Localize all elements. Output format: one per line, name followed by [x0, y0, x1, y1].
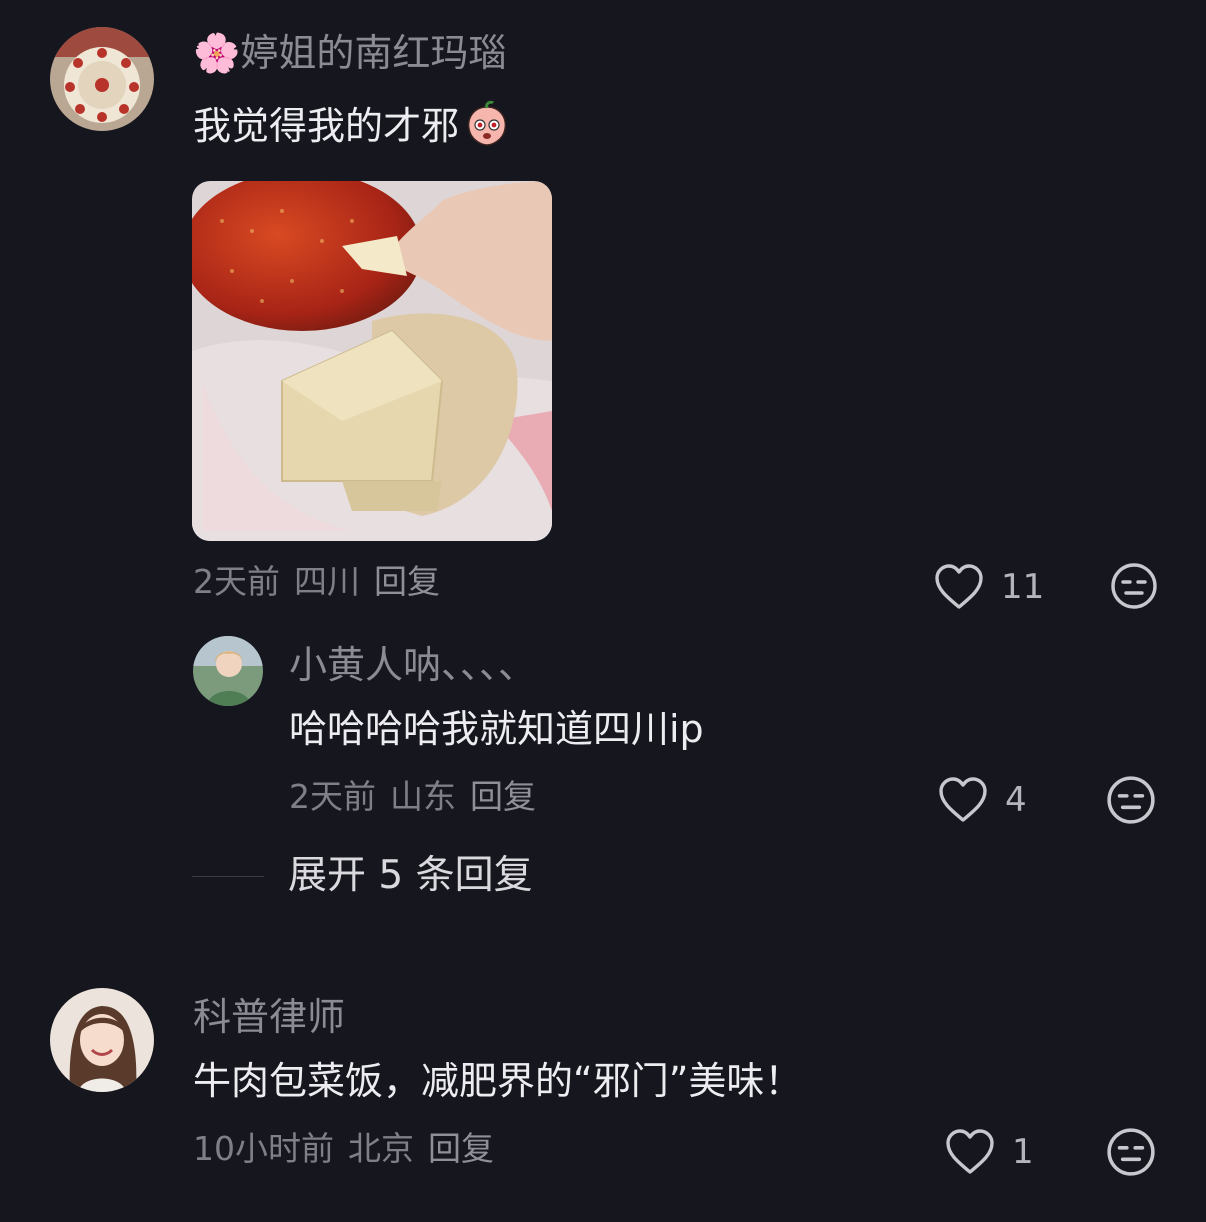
- comment-text: 我觉得我的才邪: [193, 99, 511, 147]
- girl-portrait-avatar-icon: [193, 636, 263, 706]
- comment-location: 四川: [294, 562, 360, 601]
- comment-meta: 10小时前 北京 回复: [193, 1132, 508, 1165]
- username[interactable]: 小黄人呐、、、、: [289, 646, 536, 684]
- tofu-chili-photo-icon: [192, 181, 552, 541]
- username-text: 婷姐的南红玛瑙: [240, 31, 507, 75]
- meh-face-icon: [1111, 563, 1157, 609]
- reply-button[interactable]: 回复: [470, 777, 536, 816]
- expand-divider: [192, 876, 264, 877]
- username[interactable]: 🌸婷姐的南红玛瑙: [193, 34, 506, 72]
- username-emoji: 🌸: [193, 31, 241, 75]
- like-button[interactable]: 1: [944, 1128, 1034, 1176]
- comment-meta: 2天前 四川 回复: [193, 565, 454, 598]
- expand-replies-button[interactable]: 展开 5 条回复: [288, 856, 533, 895]
- comment-text: 牛肉包菜饭，减肥界的“邪门”美味！: [193, 1059, 803, 1103]
- reply-button[interactable]: 回复: [374, 562, 440, 601]
- like-button[interactable]: 4: [937, 776, 1027, 824]
- comment-time: 2天前: [193, 562, 280, 601]
- meh-face-icon: [1107, 776, 1155, 824]
- comment-location: 北京: [348, 1129, 414, 1168]
- avatar[interactable]: [50, 27, 154, 131]
- like-count: 11: [1001, 567, 1045, 607]
- comment-location: 山东: [390, 777, 456, 816]
- comment-text-content: 我觉得我的才邪: [193, 104, 460, 148]
- like-count: 1: [1012, 1132, 1034, 1172]
- comment-text: 哈哈哈哈我就知道四川ip: [289, 707, 704, 751]
- avatar[interactable]: [193, 636, 263, 706]
- comment-meta: 2天前 山东 回复: [289, 780, 550, 813]
- heart-icon: [946, 1129, 994, 1174]
- smiling-woman-avatar-icon: [50, 988, 154, 1092]
- username[interactable]: 科普律师: [193, 998, 345, 1036]
- dislike-button[interactable]: [1106, 775, 1156, 829]
- avatar[interactable]: [50, 988, 154, 1092]
- comment-image[interactable]: [192, 181, 552, 541]
- like-count: 4: [1005, 780, 1027, 820]
- comment-time: 2天前: [289, 777, 376, 816]
- dislike-button[interactable]: [1110, 562, 1158, 614]
- porcelain-plate-avatar-icon: [50, 27, 154, 131]
- meh-face-icon: [1107, 1128, 1155, 1176]
- like-button[interactable]: 11: [933, 563, 1044, 611]
- heart-icon: [939, 777, 987, 822]
- reply-button[interactable]: 回复: [428, 1129, 494, 1168]
- heart-icon: [935, 564, 983, 609]
- comment-time: 10小时前: [193, 1129, 334, 1168]
- dislike-button[interactable]: [1106, 1127, 1156, 1181]
- peach-face-emoji-icon: [467, 100, 507, 146]
